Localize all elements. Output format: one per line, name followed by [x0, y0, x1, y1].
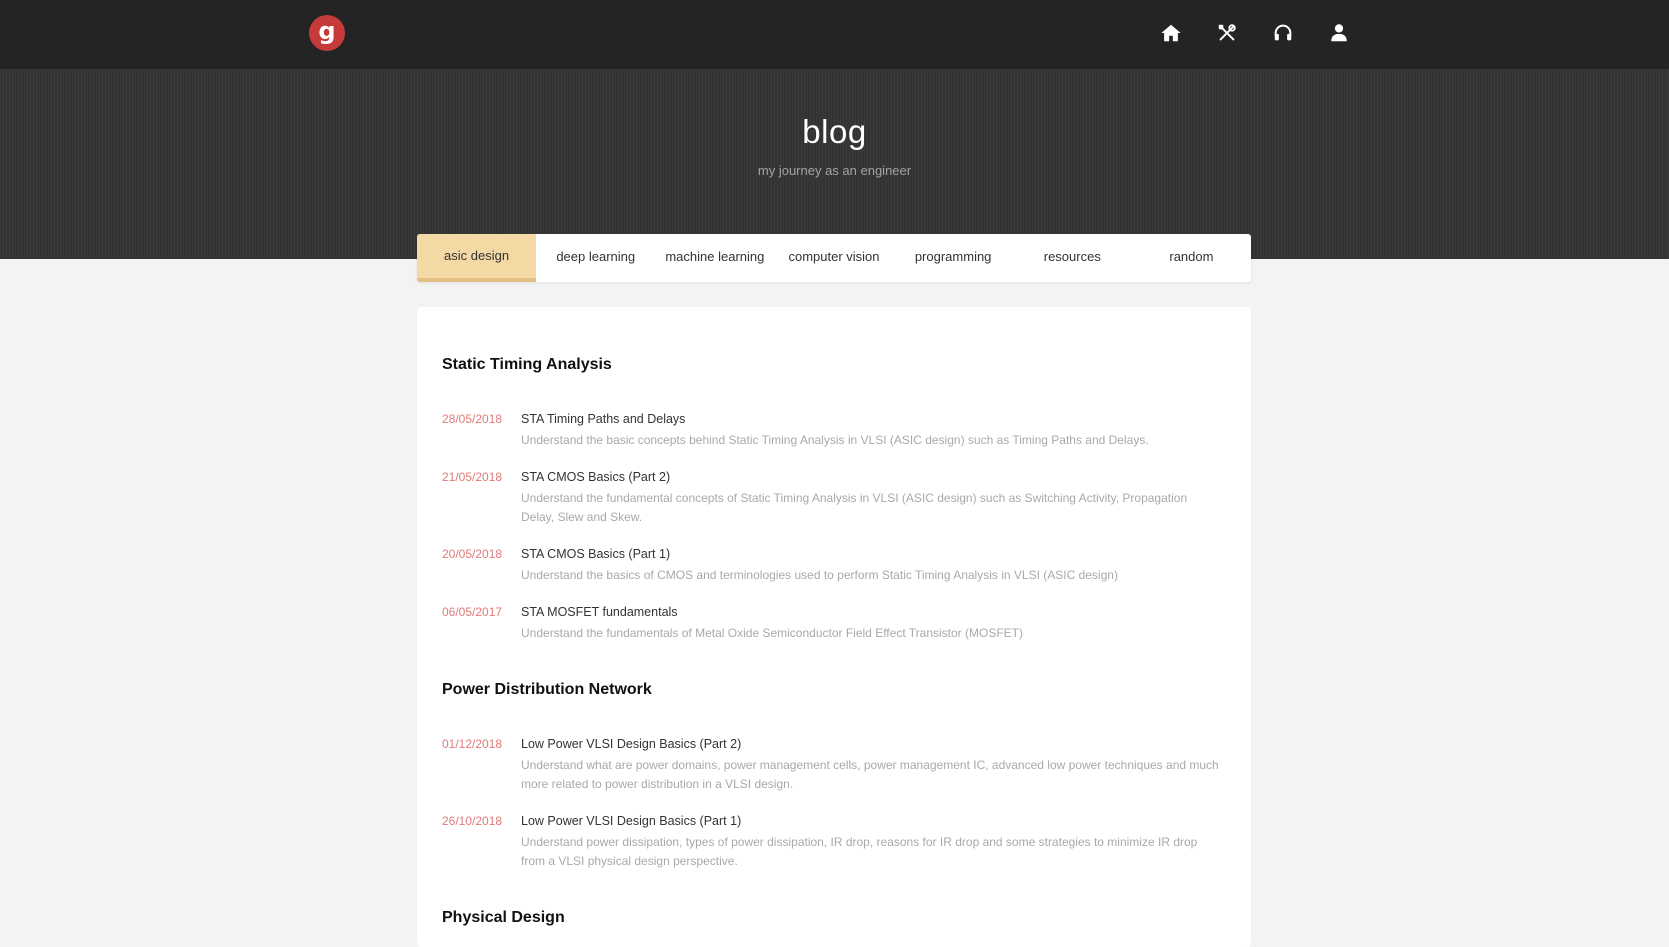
tab-asic-design[interactable]: asic design	[417, 234, 537, 282]
post-description: Understand the fundamental concepts of S…	[521, 491, 1188, 524]
posts-card: Static Timing Analysis 28/05/2018 STA Ti…	[417, 307, 1251, 947]
post-title-link[interactable]: STA CMOS Basics (Part 2)	[521, 470, 670, 484]
post-date: 21/05/2018	[442, 470, 503, 484]
post-title-link[interactable]: Low Power VLSI Design Basics (Part 1)	[521, 814, 741, 828]
post-title-link[interactable]: STA Timing Paths and Delays	[521, 412, 685, 426]
section-title: Power Distribution Network	[442, 681, 652, 698]
post-description: Understand power dissipation, types of p…	[521, 835, 1198, 868]
post-date: 20/05/2018	[442, 547, 503, 561]
tab-machine-learning[interactable]: machine learning	[655, 234, 774, 282]
tab-computer-vision[interactable]: computer vision	[774, 234, 893, 282]
post-description: Understand what are power domains, power…	[521, 758, 1219, 791]
user-icon[interactable]	[1328, 22, 1350, 44]
tab-deep-learning[interactable]: deep learning	[536, 234, 655, 282]
category-tabs: asic design deep learning machine learni…	[417, 234, 1251, 282]
post-description: Understand the fundamentals of Metal Oxi…	[521, 626, 1023, 640]
post-description: Understand the basics of CMOS and termin…	[521, 568, 1118, 582]
home-icon[interactable]	[1160, 22, 1182, 44]
tools-icon[interactable]	[1216, 22, 1238, 44]
post-date: 06/05/2017	[442, 605, 503, 619]
tab-programming[interactable]: programming	[894, 234, 1013, 282]
tab-resources[interactable]: resources	[1013, 234, 1132, 282]
post-date: 28/05/2018	[442, 412, 503, 426]
post-date: 26/10/2018	[442, 814, 503, 828]
post-title-link[interactable]: Low Power VLSI Design Basics (Part 2)	[521, 737, 741, 751]
tab-random[interactable]: random	[1132, 234, 1251, 282]
hero-banner: blog my journey as an engineer	[0, 69, 1669, 259]
section-title: Physical Design	[442, 909, 565, 926]
post-title-link[interactable]: STA MOSFET fundamentals	[521, 605, 678, 619]
post-title-link[interactable]: STA CMOS Basics (Part 1)	[521, 547, 670, 561]
page-title: blog	[802, 113, 867, 150]
top-navbar: g	[0, 0, 1669, 69]
site-logo[interactable]: g	[309, 15, 345, 51]
page-subtitle: my journey as an engineer	[757, 163, 912, 178]
headphones-icon[interactable]	[1272, 22, 1294, 44]
post-date: 01/12/2018	[442, 737, 503, 751]
section-title: Static Timing Analysis	[442, 356, 612, 373]
post-description: Understand the basic concepts behind Sta…	[521, 433, 1149, 447]
